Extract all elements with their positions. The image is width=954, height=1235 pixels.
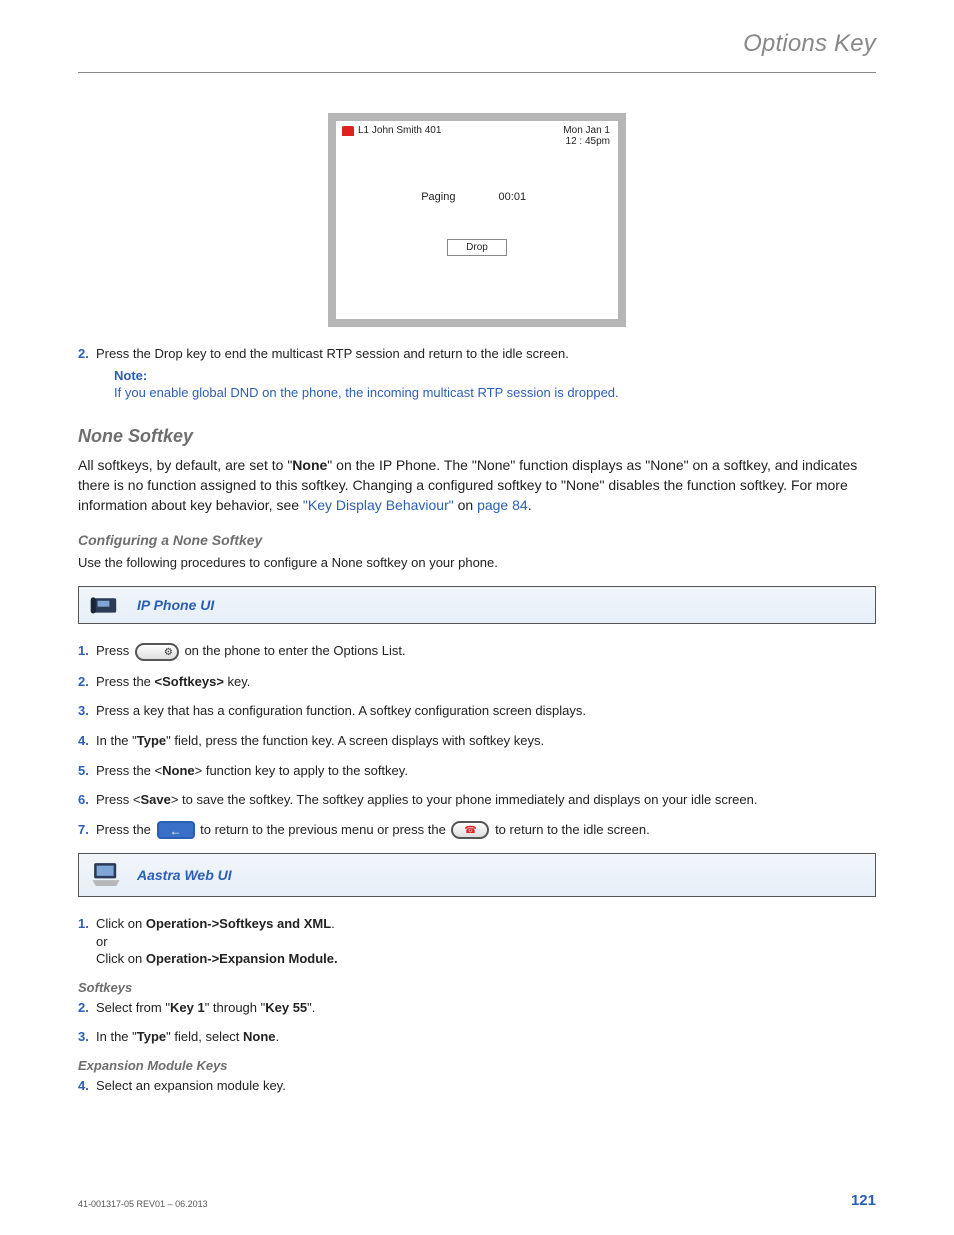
ip-step-2: 2. Press the <Softkeys> key. [78, 673, 876, 691]
web-step-3: 3. In the "Type" field, select None. [78, 1028, 876, 1046]
note-text: If you enable global DND on the phone, t… [96, 384, 876, 402]
web-softkeys-steps: 2. Select from "Key 1" through "Key 55".… [78, 999, 876, 1046]
computer-icon [89, 860, 123, 890]
ip-step-5: 5. Press the <None> function key to appl… [78, 762, 876, 780]
ip-step-4: 4. In the "Type" field, press the functi… [78, 732, 876, 750]
footer-doc-id: 41-001317-05 REV01 – 06.2013 [78, 1199, 208, 1209]
phone-screen-datetime: Mon Jan 1 12 : 45pm [563, 125, 610, 147]
phone-drop-softkey: Drop [447, 239, 507, 256]
none-softkey-heading: None Softkey [78, 426, 876, 447]
ip-phone-steps: 1. Press on the phone to enter the Optio… [78, 642, 876, 839]
ip-step-3: 3. Press a key that has a configuration … [78, 702, 876, 720]
ip-phone-ui-label: IP Phone UI [137, 597, 214, 613]
web-step-2: 2. Select from "Key 1" through "Key 55". [78, 999, 876, 1017]
ip-phone-icon [89, 592, 123, 618]
running-header: Options Key [78, 30, 876, 58]
page: Options Key L1 John Smith 401 Mon Jan 1 … [0, 0, 954, 1235]
step-text: Press the Drop key to end the multicast … [96, 346, 569, 361]
phone-status: Paging [405, 191, 455, 203]
phone-status-row: Paging 00:01 [336, 191, 618, 203]
phone-screen-top-bar: L1 John Smith 401 Mon Jan 1 12 : 45pm [336, 121, 618, 147]
ip-step-6: 6. Press <Save> to save the softkey. The… [78, 791, 876, 809]
options-key-icon [135, 643, 179, 661]
phone-line-label: L1 John Smith 401 [358, 125, 441, 136]
web-ui-steps: 1. Click on Operation->Softkeys and XML.… [78, 915, 876, 968]
configuring-none-softkey-heading: Configuring a None Softkey [78, 532, 876, 548]
phone-time: 12 : 45pm [563, 136, 610, 147]
configuring-intro: Use the following procedures to configur… [78, 554, 876, 573]
back-key-icon [157, 821, 195, 839]
phone-screen-figure: L1 John Smith 401 Mon Jan 1 12 : 45pm Pa… [78, 113, 876, 327]
phone-timer: 00:01 [499, 191, 549, 203]
phone-screen-line-info: L1 John Smith 401 [342, 125, 441, 147]
web-step-4: 4. Select an expansion module key. [78, 1077, 876, 1095]
page-footer: 41-001317-05 REV01 – 06.2013 121 [78, 1192, 876, 1209]
phone-screen-body: Paging 00:01 Drop [336, 147, 618, 256]
rtp-steps-continued: 2. Press the Drop key to end the multica… [78, 345, 876, 402]
step-number: 2. [78, 345, 89, 363]
expansion-module-subheading: Expansion Module Keys [78, 1058, 876, 1073]
link-page-84[interactable]: page 84 [477, 497, 528, 513]
step-2: 2. Press the Drop key to end the multica… [78, 345, 876, 402]
link-key-display-behaviour[interactable]: "Key Display Behaviour" [303, 497, 454, 513]
aastra-web-ui-box: Aastra Web UI [78, 853, 876, 897]
ip-phone-ui-box: IP Phone UI [78, 586, 876, 624]
aastra-web-ui-label: Aastra Web UI [137, 867, 232, 883]
goodbye-key-icon [451, 821, 489, 839]
web-expansion-steps: 4. Select an expansion module key. [78, 1077, 876, 1095]
softkeys-subheading: Softkeys [78, 980, 876, 995]
phone-handset-icon [342, 126, 354, 136]
page-number: 121 [851, 1192, 876, 1209]
ip-step-7: 7. Press the to return to the previous m… [78, 821, 876, 840]
none-softkey-paragraph: All softkeys, by default, are set to "No… [78, 455, 876, 516]
web-step-1: 1. Click on Operation->Softkeys and XML.… [78, 915, 876, 968]
phone-date: Mon Jan 1 [563, 125, 610, 136]
note-label: Note: [96, 367, 876, 385]
header-rule [78, 72, 876, 73]
ip-step-1: 1. Press on the phone to enter the Optio… [78, 642, 876, 661]
phone-screen: L1 John Smith 401 Mon Jan 1 12 : 45pm Pa… [328, 113, 626, 327]
